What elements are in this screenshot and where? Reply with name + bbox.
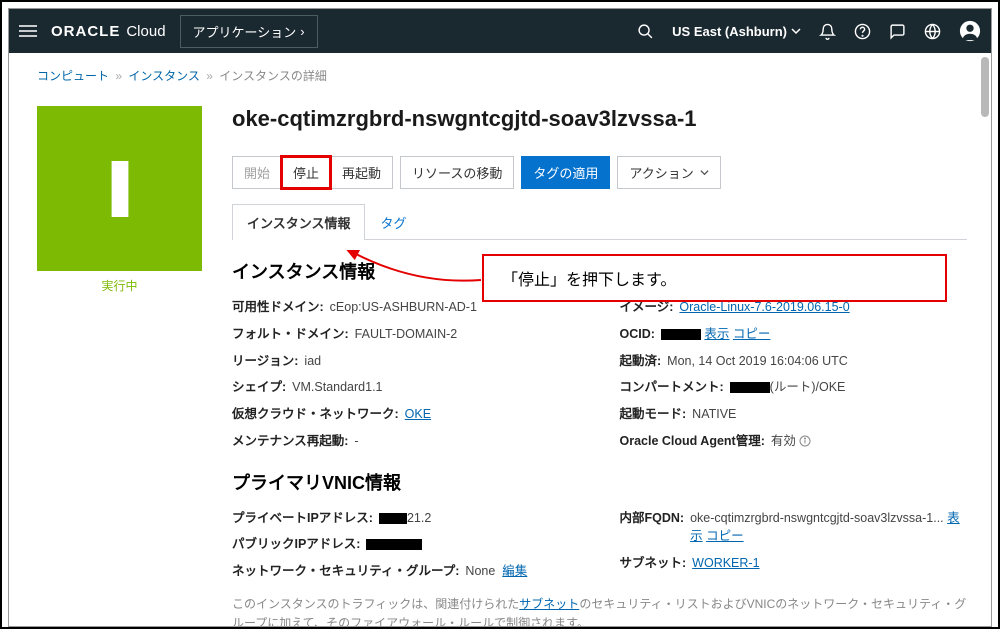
- section-primary-vnic: プライマリVNIC情報: [232, 469, 967, 495]
- nsg-edit[interactable]: 編集: [502, 564, 527, 578]
- breadcrumb: コンピュート » インスタンス » インスタンスの詳細: [37, 67, 967, 84]
- value-agent: 有効: [771, 434, 796, 448]
- subnet-link[interactable]: サブネット: [519, 597, 579, 611]
- value-fault: FAULT-DOMAIN-2: [355, 325, 458, 344]
- value-vcn[interactable]: OKE: [405, 405, 431, 424]
- label-public-ip: パブリックIPアドレス:: [232, 535, 360, 554]
- scrollbar[interactable]: [981, 57, 989, 117]
- value-maint: -: [354, 432, 358, 451]
- action-bar: 開始 停止 再起動 リソースの移動 タグの適用 アクション: [232, 156, 967, 189]
- start-button[interactable]: 開始: [232, 156, 282, 189]
- label-launched: 起動済:: [620, 352, 662, 371]
- region-selector[interactable]: US East (Ashburn): [672, 24, 801, 39]
- label-fqdn: 内部FQDN:: [620, 509, 685, 528]
- status-label: 実行中: [37, 277, 202, 294]
- value-ad: cEop:US-ASHBURN-AD-1: [330, 298, 477, 317]
- page-title: oke-cqtimzrgbrd-nswgntcgjtd-soav3lzvssa-…: [232, 106, 967, 132]
- tabs: インスタンス情報 タグ: [232, 203, 967, 240]
- globe-icon[interactable]: [924, 23, 941, 40]
- redacted: [730, 382, 770, 393]
- value-region: iad: [304, 352, 321, 371]
- stop-button[interactable]: 停止: [281, 156, 331, 189]
- value-launched: Mon, 14 Oct 2019 16:04:06 UTC: [667, 352, 848, 371]
- redacted: [379, 513, 407, 524]
- value-nsg: None: [465, 564, 495, 578]
- brand: ORACLE Cloud: [51, 23, 166, 40]
- label-region: リージョン:: [232, 352, 298, 371]
- label-maint: メンテナンス再起動:: [232, 432, 348, 451]
- annotation-callout: 「停止」を押下します。: [482, 254, 947, 302]
- label-ad: 可用性ドメイン:: [232, 298, 324, 317]
- apply-tag-button[interactable]: タグの適用: [521, 156, 610, 189]
- label-ocid: OCID:: [620, 325, 655, 344]
- label-agent: Oracle Cloud Agent管理:: [620, 432, 765, 451]
- chevron-right-icon: ›: [300, 24, 304, 39]
- breadcrumb-compute[interactable]: コンピュート: [37, 69, 109, 83]
- value-launch-mode: NATIVE: [692, 405, 736, 424]
- reboot-button[interactable]: 再起動: [330, 156, 393, 189]
- actions-dropdown[interactable]: アクション: [617, 156, 720, 189]
- value-private-ip: 21.2: [407, 511, 431, 525]
- move-resource-button[interactable]: リソースの移動: [400, 156, 514, 189]
- value-subnet[interactable]: WORKER-1: [692, 554, 759, 573]
- user-avatar-icon[interactable]: [959, 20, 981, 42]
- chevron-down-icon: [791, 26, 801, 36]
- label-launch-mode: 起動モード:: [620, 405, 687, 424]
- brand-cloud: Cloud: [126, 23, 165, 40]
- chevron-down-icon: [700, 168, 709, 177]
- header: ORACLE Cloud アプリケーション› US East (Ashburn): [9, 9, 991, 53]
- notifications-icon[interactable]: [819, 23, 836, 40]
- breadcrumb-current: インスタンスの詳細: [219, 69, 327, 83]
- label-subnet: サブネット:: [620, 554, 687, 573]
- tab-instance-info[interactable]: インスタンス情報: [232, 204, 365, 240]
- label-private-ip: プライベートIPアドレス:: [232, 509, 373, 528]
- label-compartment: コンパートメント:: [620, 378, 724, 397]
- search-icon[interactable]: [637, 23, 654, 40]
- brand-oracle: ORACLE: [51, 23, 120, 40]
- help-icon[interactable]: [854, 23, 871, 40]
- running-icon: [106, 161, 134, 217]
- value-shape: VM.Standard1.1: [292, 378, 382, 397]
- ocid-show[interactable]: 表示: [704, 327, 729, 341]
- info-icon[interactable]: [799, 435, 811, 447]
- label-vcn: 仮想クラウド・ネットワーク:: [232, 405, 399, 424]
- ocid-copy[interactable]: コピー: [733, 327, 771, 341]
- tab-tags[interactable]: タグ: [365, 204, 421, 240]
- value-fqdn: oke-cqtimzrgbrd-nswgntcgjtd-soav3lzvssa-…: [690, 511, 944, 525]
- redacted: [366, 539, 422, 550]
- footer-note: このインスタンスのトラフィックは、関連付けられたサブネットのセキュリティ・リスト…: [232, 595, 967, 626]
- redacted: [661, 329, 701, 340]
- chat-icon[interactable]: [889, 23, 906, 40]
- label-shape: シェイプ:: [232, 378, 286, 397]
- fqdn-copy[interactable]: コピー: [706, 529, 744, 543]
- applications-button[interactable]: アプリケーション›: [180, 15, 318, 48]
- breadcrumb-instances[interactable]: インスタンス: [128, 69, 200, 83]
- label-nsg: ネットワーク・セキュリティ・グループ:: [232, 562, 459, 581]
- label-fault: フォルト・ドメイン:: [232, 325, 349, 344]
- value-compartment: (ルート)/OKE: [770, 380, 846, 394]
- instance-status-tile: [37, 106, 202, 271]
- hamburger-menu[interactable]: [19, 22, 37, 40]
